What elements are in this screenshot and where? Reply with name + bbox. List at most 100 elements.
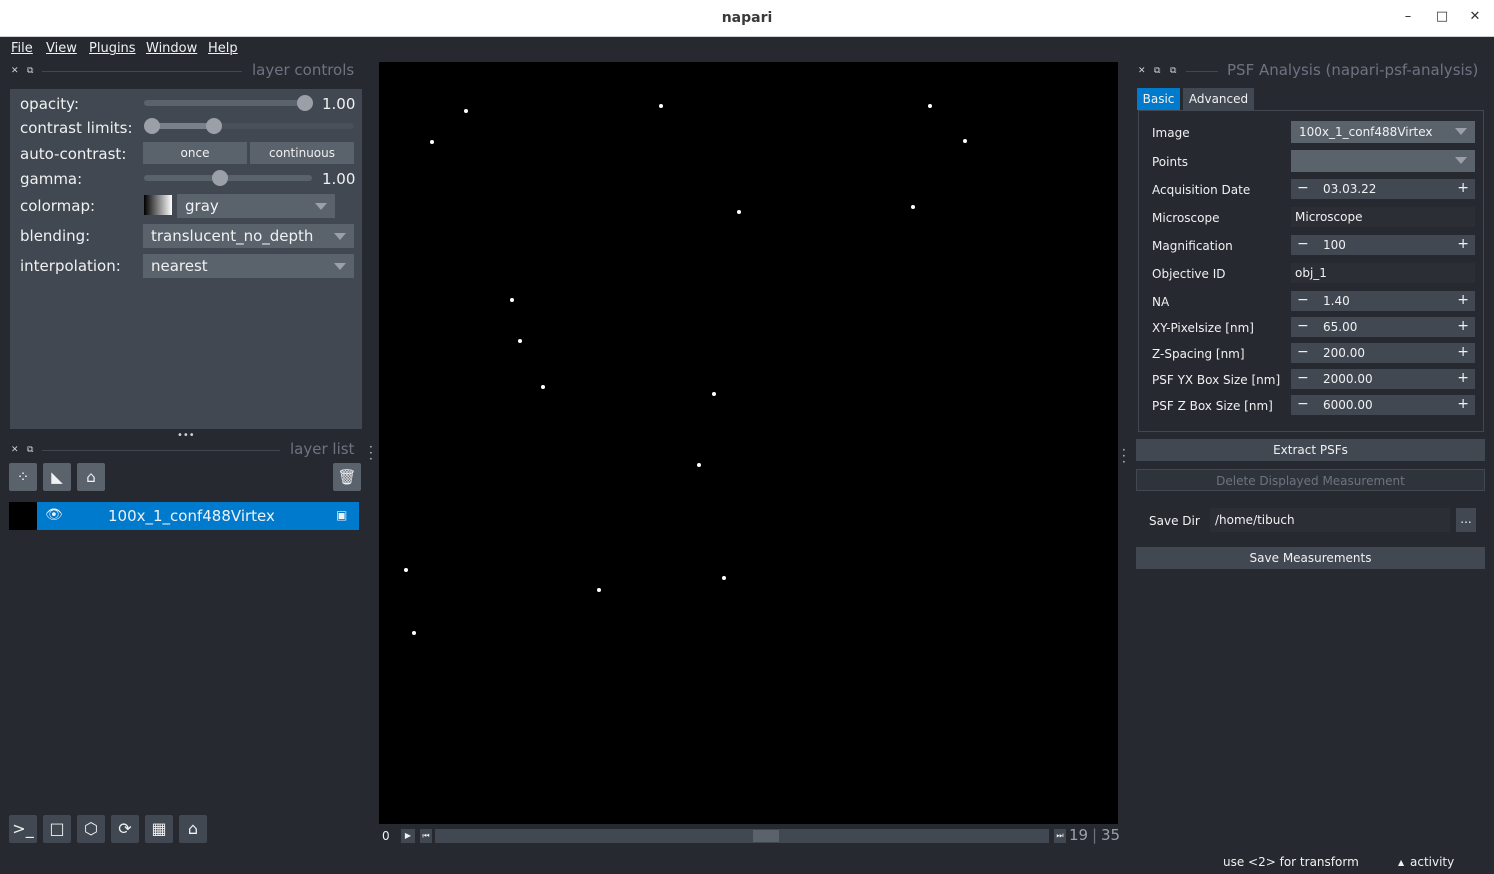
activity-button[interactable]: activity xyxy=(1410,855,1454,869)
maximize-icon[interactable]: □ xyxy=(1434,9,1450,25)
minimize-icon[interactable]: – xyxy=(1400,9,1416,25)
menu-view[interactable]: View xyxy=(46,41,77,56)
psf-yx-box-label: PSF YX Box Size [nm] xyxy=(1152,373,1281,387)
minus-icon[interactable]: − xyxy=(1297,292,1309,308)
z-spacing-spinbox[interactable]: − 200.00 + xyxy=(1291,343,1475,363)
chevron-down-icon xyxy=(1455,157,1467,164)
minus-icon[interactable]: − xyxy=(1297,396,1309,412)
dims-track[interactable] xyxy=(435,829,1049,843)
grid-icon[interactable]: ▦ xyxy=(145,815,173,843)
plus-icon[interactable]: + xyxy=(1457,396,1469,412)
plus-icon[interactable]: + xyxy=(1457,370,1469,386)
psf-spot xyxy=(911,205,915,209)
delete-layer-icon[interactable]: 🗑 xyxy=(333,463,361,491)
psf-z-box-label: PSF Z Box Size [nm] xyxy=(1152,399,1273,413)
minus-icon[interactable]: − xyxy=(1297,318,1309,334)
minus-icon[interactable]: − xyxy=(1297,180,1309,196)
plus-icon[interactable]: + xyxy=(1457,292,1469,308)
close-icon[interactable]: ✕ xyxy=(1467,9,1483,25)
dock-restore-icon[interactable]: ⧉ xyxy=(1170,66,1176,76)
layer-list-title: layer list xyxy=(290,440,355,458)
minus-icon[interactable]: − xyxy=(1297,370,1309,386)
step-forward-icon[interactable]: ⏭ xyxy=(1054,829,1066,843)
dock-float-icon[interactable]: ⧉ xyxy=(27,66,33,76)
menu-help[interactable]: Help xyxy=(208,41,238,56)
ndisplay-icon[interactable]: □ xyxy=(43,815,71,843)
viewer-canvas[interactable] xyxy=(379,62,1118,824)
image-select[interactable]: 100x_1_conf488Virtex xyxy=(1291,121,1475,143)
roll-dims-icon[interactable]: ⬡ xyxy=(77,815,105,843)
transpose-icon[interactable]: ⟳ xyxy=(111,815,139,843)
interpolation-label: interpolation: xyxy=(20,257,121,275)
contrast-limits-label: contrast limits: xyxy=(20,119,133,137)
menu-plugins[interactable]: Plugins xyxy=(89,41,136,56)
psf-spot xyxy=(510,298,514,302)
z-spacing-label: Z-Spacing [nm] xyxy=(1152,347,1245,361)
plus-icon[interactable]: + xyxy=(1457,344,1469,360)
home-icon[interactable]: ⌂ xyxy=(179,815,207,843)
step-back-icon[interactable]: ⏮ xyxy=(420,829,432,843)
layer-name[interactable]: 100x_1_conf488Virtex xyxy=(108,507,275,525)
na-spinbox[interactable]: − 1.40 + xyxy=(1291,291,1475,311)
dims-current[interactable]: 19 xyxy=(1069,826,1088,844)
points-select[interactable] xyxy=(1291,150,1475,172)
browse-button[interactable]: ... xyxy=(1456,508,1476,532)
magnification-spinbox[interactable]: − 100 + xyxy=(1291,235,1475,255)
minus-icon[interactable]: − xyxy=(1297,344,1309,360)
console-icon[interactable]: >_ xyxy=(9,815,37,843)
minus-icon[interactable]: − xyxy=(1297,236,1309,252)
delete-measurement-button[interactable]: Delete Displayed Measurement xyxy=(1136,469,1485,491)
menu-file[interactable]: File xyxy=(11,41,33,56)
objective-id-field[interactable]: obj_1 xyxy=(1291,263,1475,283)
save-dir-field[interactable]: /home/tibuch xyxy=(1210,508,1450,532)
gamma-slider[interactable] xyxy=(144,175,312,181)
dock-close-icon[interactable]: ✕ xyxy=(11,445,19,455)
opacity-slider[interactable] xyxy=(144,100,310,106)
colormap-select[interactable]: gray xyxy=(177,194,335,218)
blending-select[interactable]: translucent_no_depth xyxy=(143,224,354,248)
dock-float-icon[interactable]: ⧉ xyxy=(27,445,33,455)
play-icon[interactable]: ▶ xyxy=(401,829,415,843)
opacity-slider-handle[interactable] xyxy=(297,95,313,111)
layer-row[interactable]: 👁 100x_1_conf488Virtex ▣ xyxy=(37,502,359,530)
psf-z-box-spinbox[interactable]: − 6000.00 + xyxy=(1291,395,1475,415)
psf-spot xyxy=(541,385,545,389)
eye-icon[interactable]: 👁 xyxy=(45,507,63,523)
acquisition-date-edit[interactable]: − 03.03.22 + xyxy=(1291,179,1475,199)
dock-close-icon[interactable]: ✕ xyxy=(1138,66,1146,76)
dock-resize-handle[interactable]: · · · xyxy=(1122,444,1126,468)
psf-spot xyxy=(464,109,468,113)
contrast-min-handle[interactable] xyxy=(144,118,160,134)
chevron-up-icon[interactable]: ▲ xyxy=(1398,858,1404,867)
auto-contrast-continuous-button[interactable]: continuous xyxy=(250,142,354,164)
plus-icon[interactable]: + xyxy=(1457,180,1469,196)
save-measurements-button[interactable]: Save Measurements xyxy=(1136,547,1485,569)
microscope-field[interactable]: Microscope xyxy=(1291,207,1475,227)
dock-float-icon[interactable]: ⧉ xyxy=(1154,66,1160,76)
new-shapes-layer-icon[interactable]: ◣ xyxy=(43,463,71,491)
dims-handle[interactable] xyxy=(753,830,779,842)
dock-resize-handle[interactable]: · · · xyxy=(369,441,373,465)
new-labels-layer-icon[interactable]: ⌂ xyxy=(77,463,105,491)
psf-spot xyxy=(659,104,663,108)
interpolation-select[interactable]: nearest xyxy=(143,254,354,278)
splitter-handle[interactable]: ••• xyxy=(177,430,195,441)
contrast-max-handle[interactable] xyxy=(206,118,222,134)
colormap-label: colormap: xyxy=(20,197,96,215)
chevron-down-icon xyxy=(1455,128,1467,135)
plus-icon[interactable]: + xyxy=(1457,236,1469,252)
tab-basic[interactable]: Basic xyxy=(1137,88,1180,110)
gamma-slider-handle[interactable] xyxy=(212,170,228,186)
xy-pixelsize-spinbox[interactable]: − 65.00 + xyxy=(1291,317,1475,337)
new-points-layer-icon[interactable]: ⁘ xyxy=(9,463,37,491)
colormap-preview xyxy=(144,195,172,215)
psf-yx-box-spinbox[interactable]: − 2000.00 + xyxy=(1291,369,1475,389)
tab-advanced[interactable]: Advanced xyxy=(1183,88,1254,110)
psf-spot xyxy=(712,392,716,396)
psf-spot xyxy=(928,104,932,108)
dock-close-icon[interactable]: ✕ xyxy=(11,66,19,76)
plus-icon[interactable]: + xyxy=(1457,318,1469,334)
extract-psfs-button[interactable]: Extract PSFs xyxy=(1136,439,1485,461)
menu-window[interactable]: Window xyxy=(146,41,197,56)
auto-contrast-once-button[interactable]: once xyxy=(143,142,247,164)
